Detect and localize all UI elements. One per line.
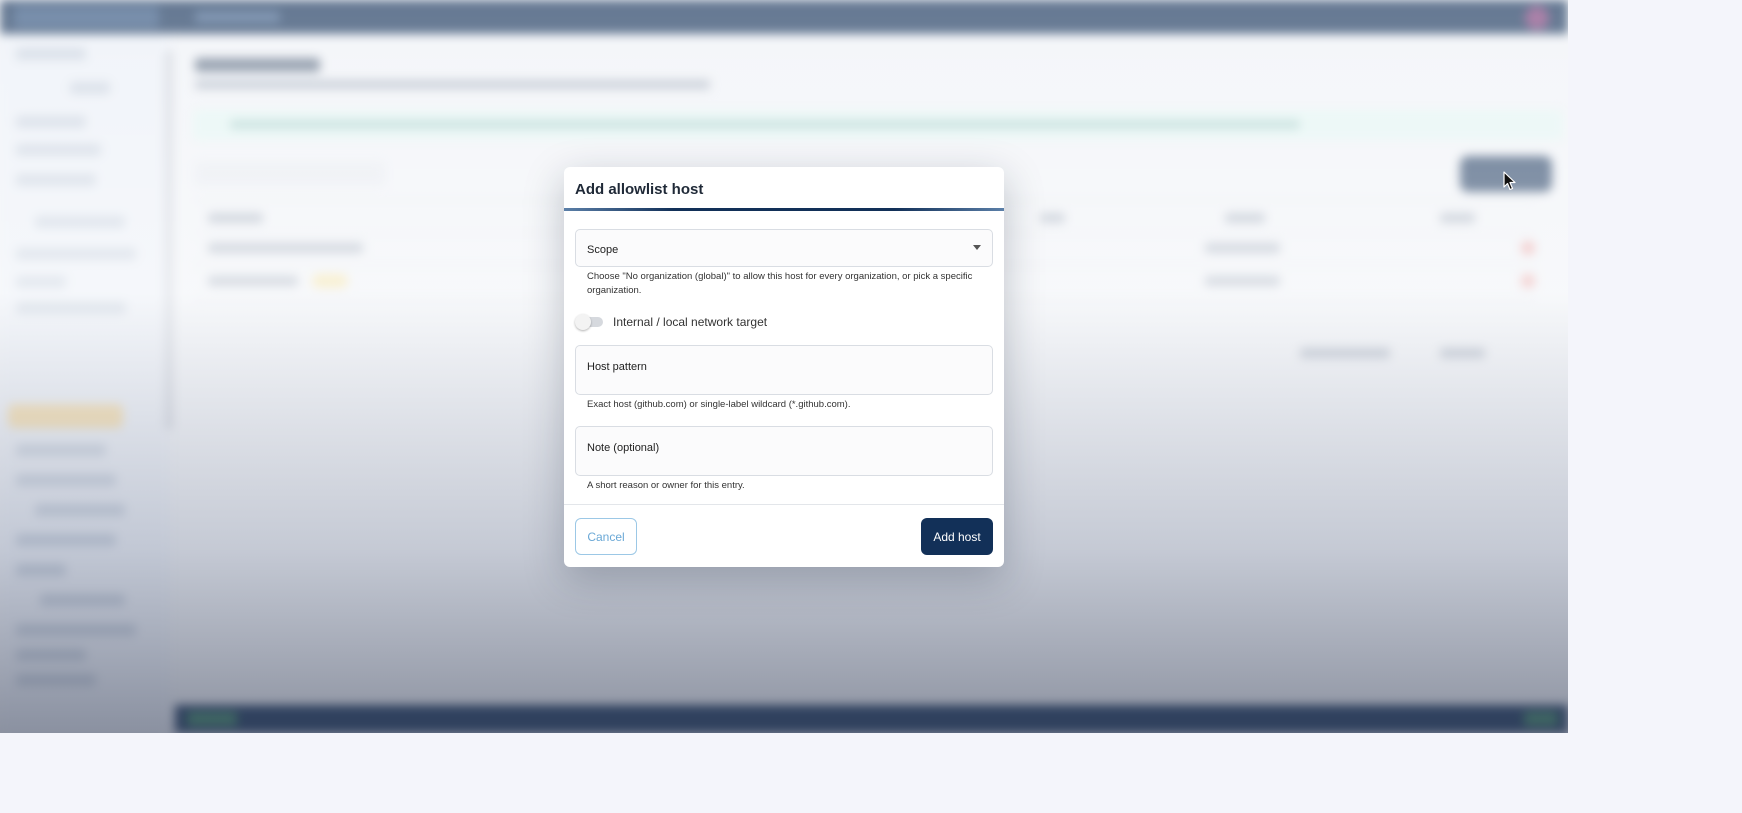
dialog-body: Scope Choose "No organization (global)" … (564, 211, 1004, 493)
add-host-button[interactable]: Add host (921, 518, 993, 555)
scope-select[interactable]: Scope (575, 229, 993, 267)
page-bottom-area (0, 733, 1742, 813)
dialog-title: Add allowlist host (575, 181, 704, 198)
host-pattern-field[interactable]: Host pattern (575, 345, 993, 395)
note-label: Note (optional) (587, 442, 660, 454)
note-field[interactable]: Note (optional) (575, 426, 993, 476)
scope-label: Scope (587, 244, 619, 256)
add-allowlist-host-dialog: Add allowlist host Scope Choose "No orga… (564, 167, 1004, 567)
note-helper-text: A short reason or owner for this entry. (587, 480, 745, 491)
host-pattern-label: Host pattern (587, 361, 647, 373)
internal-network-toggle-label[interactable]: Internal / local network target (613, 315, 767, 329)
internal-network-toggle-row[interactable]: Internal / local network target (575, 314, 993, 330)
scope-helper-text: Choose "No organization (global)" to all… (587, 271, 973, 296)
toggle-knob[interactable] (575, 314, 591, 330)
cancel-button[interactable]: Cancel (575, 518, 637, 555)
dialog-header: Add allowlist host (564, 167, 1004, 211)
dialog-footer: Cancel Add host (564, 504, 1004, 567)
internal-network-toggle[interactable] (575, 314, 603, 330)
chevron-down-icon[interactable] (973, 245, 981, 250)
mouse-pointer-icon (1503, 171, 1516, 191)
host-pattern-helper-text: Exact host (github.com) or single-label … (587, 399, 851, 410)
